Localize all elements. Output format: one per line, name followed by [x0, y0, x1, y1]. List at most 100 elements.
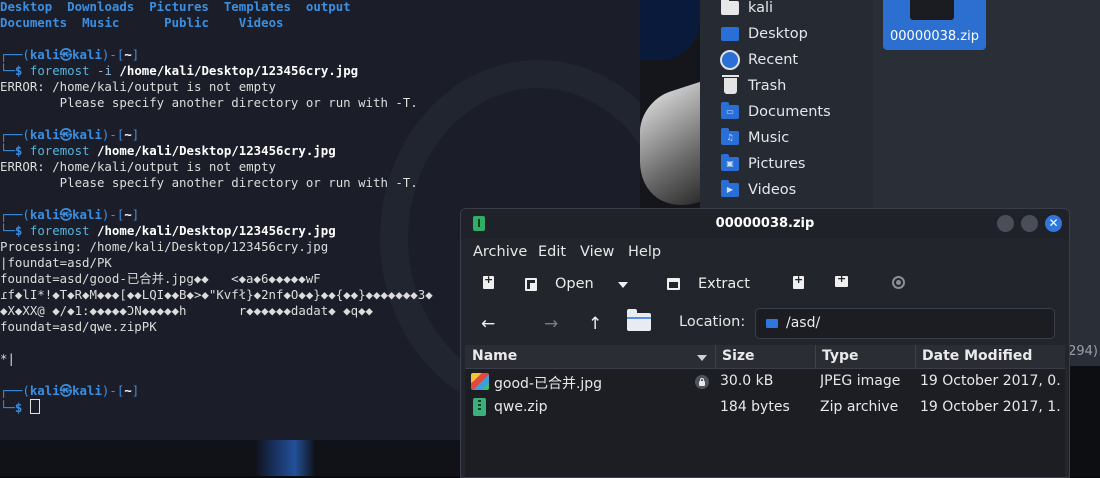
- close-button[interactable]: ✕: [1045, 215, 1062, 232]
- output-line: |foundat=asd/PK: [0, 255, 112, 270]
- open-dropdown-button[interactable]: [618, 282, 628, 288]
- output-line: ◆X◆XX@ ◆/◆1:◆◆◆◆◆ƆN◆◆◆◆◆h r◆◆◆◆◆◆dadat◆ …: [0, 303, 373, 318]
- add-files-button[interactable]: [793, 273, 804, 289]
- list-header: Name Size Type Date Modified: [465, 345, 1065, 369]
- image-file-icon: [471, 373, 489, 390]
- sort-descending-icon[interactable]: [697, 355, 707, 361]
- file-size: 30.0 kB: [720, 373, 774, 389]
- places-item-home[interactable]: kali: [720, 0, 773, 19]
- prompt-line: ┌──(kali㉿kali)-[~]: [0, 207, 140, 222]
- places-item-desktop[interactable]: Desktop: [720, 23, 808, 45]
- menu-archive[interactable]: Archive: [473, 244, 527, 260]
- music-folder-icon: ♫: [721, 128, 739, 145]
- file-type: Zip archive: [820, 399, 899, 415]
- background-window-edge: [1068, 366, 1100, 476]
- new-document-icon: [483, 273, 494, 289]
- column-header-size[interactable]: Size: [722, 348, 755, 364]
- command-line: └─$ foremost /home/kali/Desktop/123456cr…: [0, 223, 336, 238]
- places-item-label: Videos: [748, 182, 797, 198]
- up-arrow-icon[interactable]: ↑: [588, 315, 602, 333]
- menu-bar: Archive Edit View Help: [461, 239, 1069, 267]
- new-archive-button[interactable]: [483, 273, 494, 289]
- places-item-label: Recent: [748, 52, 799, 68]
- toolbar: Open Extract: [461, 267, 1069, 305]
- prompt-line: ┌──(kali㉿kali)-[~]: [0, 47, 140, 62]
- output-line: ɾf◆lI*!◆T◆R◆M◆◆◆[◆◆LQI◆◆B◆>◆"Kvfł}◆2nf◆O…: [0, 287, 433, 302]
- location-bar: ← → ↑ Location: /asd/: [461, 305, 1069, 345]
- places-item-videos[interactable]: ▶ Videos: [720, 179, 796, 201]
- output-line: foundat=asd/good-已合并.jpg◆◆ <◆a◆6◆◆◆◆◆wF: [0, 271, 321, 286]
- home-location-icon[interactable]: [627, 309, 651, 331]
- zip-file-icon: [473, 398, 486, 416]
- extract-icon: [667, 278, 680, 290]
- ls-output-row-1: Desktop Downloads Pictures Templates out…: [0, 0, 351, 14]
- output-line: Processing: /home/kali/Desktop/123456cry…: [0, 239, 329, 254]
- column-header-date-modified[interactable]: Date Modified: [922, 348, 1032, 364]
- forward-arrow-icon[interactable]: →: [544, 315, 558, 333]
- file-date: 19 October 2017, 0…: [920, 373, 1060, 389]
- extract-label: Extract: [698, 276, 750, 292]
- output-line: Please specify another directory or run …: [0, 95, 418, 110]
- file-name: good-已合并.jpg: [494, 376, 603, 392]
- places-item-pictures[interactable]: ▣ Pictures: [720, 153, 805, 175]
- location-field[interactable]: /asd/: [755, 308, 1055, 339]
- add-folder-button[interactable]: [835, 272, 848, 287]
- places-sidebar: kali Desktop Recent Trash ▭ Documents ♫ …: [700, 0, 873, 210]
- zip-thumbnail-icon: [910, 0, 954, 20]
- command-line: └─$ foremost -i /home/kali/Desktop/12345…: [0, 63, 359, 78]
- menu-view[interactable]: View: [580, 244, 614, 260]
- output-line: ERROR: /home/kali/output is not empty: [0, 79, 277, 94]
- prompt-line: ┌──(kali㉿kali)-[~]: [0, 383, 140, 398]
- menu-help[interactable]: Help: [628, 244, 661, 260]
- extract-button[interactable]: Extract: [667, 276, 750, 292]
- text-cursor: [29, 399, 40, 414]
- window-title: 00000038.zip: [715, 216, 815, 231]
- command-line: └─$ foremost /home/kali/Desktop/123456cr…: [0, 143, 336, 158]
- prompt-line: ┌──(kali㉿kali)-[~]: [0, 127, 140, 142]
- places-item-recent[interactable]: Recent: [720, 49, 798, 71]
- table-row[interactable]: good-已合并.jpg 30.0 kB JPEG image 19 Octob…: [465, 369, 1065, 395]
- minimize-button[interactable]: [997, 215, 1014, 232]
- back-arrow-icon[interactable]: ←: [481, 315, 495, 333]
- title-bar[interactable]: 00000038.zip ✕: [461, 209, 1069, 239]
- recent-icon: [720, 50, 740, 70]
- output-line: *|: [0, 351, 15, 366]
- places-item-music[interactable]: ♫ Music: [720, 127, 789, 149]
- file-size: 184 bytes: [720, 399, 790, 415]
- lock-icon: [695, 375, 709, 389]
- places-item-label: kali: [748, 0, 774, 16]
- archive-manager-window: 00000038.zip ✕ Archive Edit View Help Op…: [460, 208, 1070, 478]
- places-item-label: Trash: [748, 78, 787, 94]
- stop-icon: [892, 276, 905, 289]
- places-item-label: Desktop: [748, 26, 808, 42]
- documents-folder-icon: ▭: [721, 102, 739, 119]
- open-button[interactable]: Open: [525, 276, 594, 292]
- file-type: JPEG image: [820, 373, 901, 389]
- places-item-label: Documents: [748, 104, 831, 120]
- places-item-trash[interactable]: Trash: [720, 75, 786, 97]
- table-row[interactable]: qwe.zip 184 bytes Zip archive 19 October…: [465, 395, 1065, 421]
- output-line: Please specify another directory or run …: [0, 175, 418, 190]
- add-folder-icon: [835, 272, 848, 287]
- column-header-type[interactable]: Type: [822, 348, 859, 364]
- maximize-button[interactable]: [1021, 215, 1038, 232]
- places-item-documents[interactable]: ▭ Documents: [720, 101, 831, 123]
- selected-file-name: 00000038.zip: [890, 29, 979, 44]
- add-file-icon: [793, 273, 804, 289]
- location-label: Location:: [679, 314, 746, 330]
- trash-icon: [721, 75, 739, 94]
- videos-folder-icon: ▶: [721, 180, 739, 197]
- home-folder-icon: [721, 0, 739, 15]
- file-list: Name Size Type Date Modified good-已合并.jp…: [465, 345, 1065, 477]
- location-path: /asd/: [786, 315, 821, 331]
- active-command-line[interactable]: └─$: [0, 399, 40, 416]
- pictures-folder-icon: ▣: [721, 154, 739, 171]
- output-line: ERROR: /home/kali/output is not empty: [0, 159, 277, 174]
- column-header-name[interactable]: Name: [472, 348, 517, 364]
- output-line: foundat=asd/qwe.zipPK: [0, 319, 157, 334]
- desktop-icon: [721, 27, 739, 41]
- menu-edit[interactable]: Edit: [538, 244, 566, 260]
- stop-button[interactable]: [892, 276, 905, 289]
- places-item-label: Pictures: [748, 156, 806, 172]
- file-date: 19 October 2017, 1…: [920, 399, 1060, 415]
